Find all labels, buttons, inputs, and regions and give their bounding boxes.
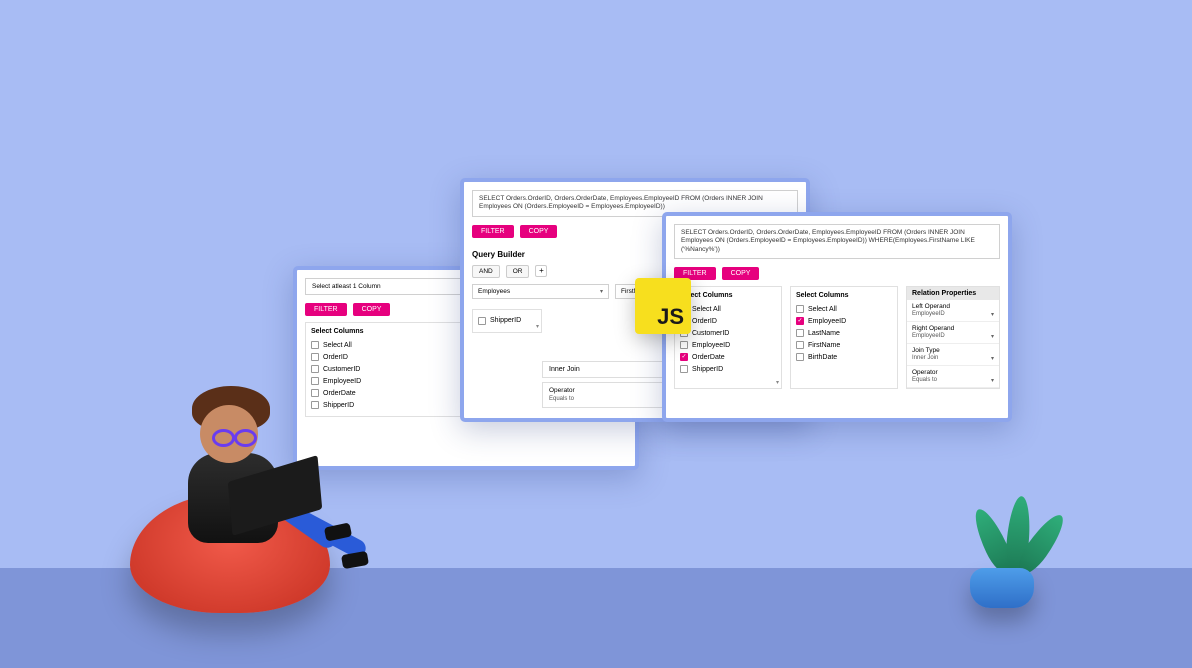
column-panel-partial: ShipperID ▾ [472,309,542,333]
sql-preview[interactable]: SELECT Orders.OrderID, Orders.OrderDate,… [674,224,1000,259]
checkbox-box[interactable] [796,353,804,361]
checkbox-box[interactable] [311,341,319,349]
copy-button[interactable]: COPY [722,267,760,280]
checkbox-box[interactable] [680,341,688,349]
field-value: Inner Join [549,366,580,373]
checkbox-box[interactable] [680,353,688,361]
join-type-field[interactable]: Join Type Inner Join ▾ [907,344,999,366]
column-panel-employees: Select Columns Select All EmployeeID LastN… [790,286,898,389]
checkbox-select-all[interactable]: Select All [680,303,776,315]
checkbox-label: EmployeeID [808,318,846,325]
or-toggle[interactable]: OR [506,265,530,278]
checkbox-employeeid[interactable]: EmployeeID [680,339,776,351]
left-operand-field[interactable]: Left Operand EmployeeID ▾ [907,300,999,322]
chevron-down-icon: ▾ [991,355,994,362]
and-toggle[interactable]: AND [472,265,500,278]
checkbox-label: ShipperID [323,402,354,409]
checkbox-box[interactable] [796,317,804,325]
checkbox-box[interactable] [680,365,688,373]
field-label: Left Operand [912,303,994,310]
checkbox-label: EmployeeID [692,342,730,349]
checkbox-label: OrderDate [692,354,725,361]
chevron-down-icon: ▾ [991,377,994,384]
checkbox-label: CustomerID [692,330,729,337]
checkbox-shipperid[interactable]: ShipperID [478,315,536,327]
illustration-plant [952,478,1052,608]
checkbox-label: FirstName [808,342,840,349]
checkbox-lastname[interactable]: LastName [796,327,892,339]
checkbox-label: CustomerID [323,366,360,373]
checkbox-box[interactable] [311,401,319,409]
checkbox-employeeid[interactable]: EmployeeID [796,315,892,327]
field-value: Inner Join [912,355,938,362]
dropdown-value: Employees [478,288,510,295]
checkbox-orderdate[interactable]: OrderDate [680,351,776,363]
field-label: Join Type [912,347,994,354]
chevron-down-icon: ▾ [991,333,994,340]
field-value: Equals to [912,377,937,384]
checkbox-label: BirthDate [808,354,837,361]
field-value: Equals to [549,396,574,403]
javascript-badge: JS [635,278,691,334]
checkbox-label: OrderDate [323,390,356,397]
add-condition-button[interactable]: + [535,265,547,277]
chevron-down-icon: ▾ [600,288,603,295]
checkbox-firstname[interactable]: FirstName [796,339,892,351]
filter-button[interactable]: FILTER [472,225,514,238]
checkbox-label: Select All [323,342,352,349]
checkbox-label: LastName [808,330,840,337]
panel-front: SELECT Orders.OrderID, Orders.OrderDate,… [662,212,1012,422]
checkbox-label: EmployeeID [323,378,361,385]
right-operand-field[interactable]: Right Operand EmployeeID ▾ [907,322,999,344]
checkbox-birthdate[interactable]: BirthDate [796,351,892,363]
relation-properties-panel: Relation Properties Left Operand Employe… [906,286,1000,389]
checkbox-box[interactable] [796,341,804,349]
badge-text: JS [657,304,684,330]
checkbox-label: OrderID [692,318,717,325]
checkbox-box[interactable] [796,305,804,313]
checkbox-label: Select All [692,306,721,313]
field-value: EmployeeID [912,333,945,340]
field-label: Right Operand [912,325,994,332]
checkbox-select-all[interactable]: Select All [796,303,892,315]
checkbox-box[interactable] [796,329,804,337]
relation-properties-title: Relation Properties [907,287,999,300]
select-columns-title: Select Columns [680,292,776,299]
select-columns-title: Select Columns [796,292,892,299]
checkbox-box[interactable] [311,353,319,361]
checkbox-orderid[interactable]: OrderID [680,315,776,327]
field-value: EmployeeID [912,311,945,318]
checkbox-box[interactable] [311,365,319,373]
copy-button[interactable]: COPY [353,303,391,316]
checkbox-label: Select All [808,306,837,313]
checkbox-label: OrderID [323,354,348,361]
filter-button[interactable]: FILTER [305,303,347,316]
checkbox-customerid[interactable]: CustomerID [680,327,776,339]
checkbox-box[interactable] [311,389,319,397]
illustration-person [110,463,340,613]
scroll-hint-icon: ▾ [536,323,539,330]
field-label: Operator [912,369,994,376]
checkbox-label: ShipperID [490,317,521,324]
scroll-hint-icon: ▾ [776,379,779,386]
table-dropdown[interactable]: Employees ▾ [472,284,609,299]
checkbox-label: ShipperID [692,366,723,373]
checkbox-shipperid[interactable]: ShipperID [680,363,776,375]
copy-button[interactable]: COPY [520,225,558,238]
checkbox-box[interactable] [311,377,319,385]
chevron-down-icon: ▾ [991,311,994,318]
operator-field[interactable]: Operator Equals to ▾ [907,366,999,388]
